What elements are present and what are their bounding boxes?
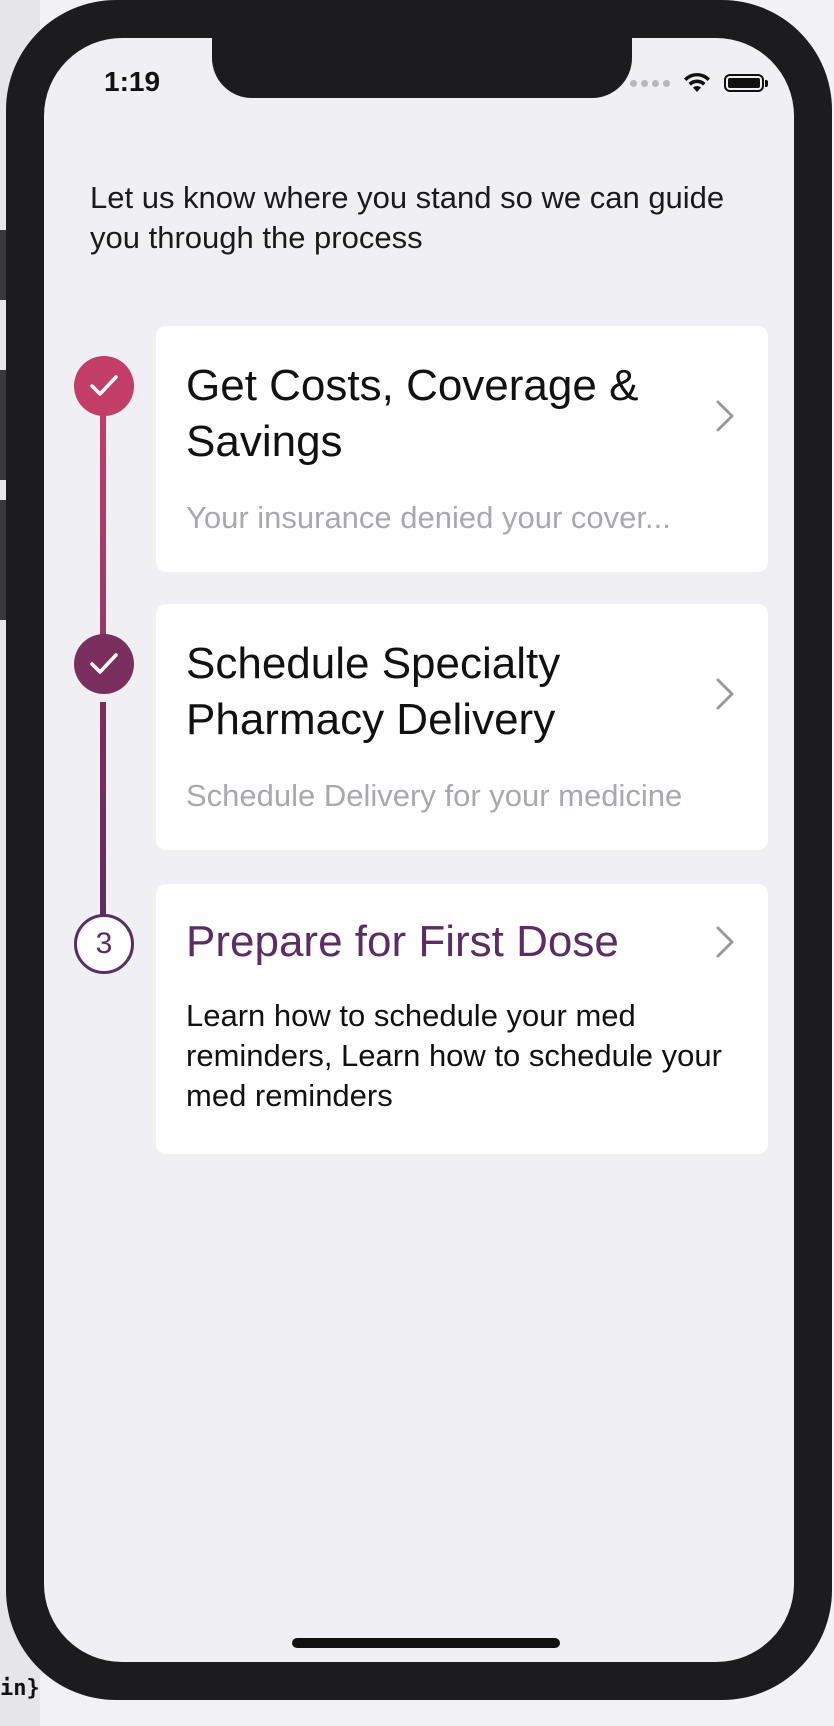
chevron-right-icon (716, 926, 734, 958)
app-screen: 1:19 Let us know where you stand so we c… (44, 38, 794, 1662)
step-card-first-dose[interactable]: Prepare for First Dose Learn how to sche… (156, 884, 768, 1154)
step-2-complete-check-icon (74, 634, 134, 694)
chevron-right-icon (716, 400, 734, 432)
background-code-text: in} (0, 1676, 40, 1701)
cellular-signal-icon (630, 79, 670, 87)
step-description: Learn how to schedule your med reminders… (186, 998, 722, 1113)
step-title: Schedule Specialty Pharmacy Delivery (186, 639, 561, 744)
step-subtitle: Schedule Delivery for your medicine (186, 778, 683, 813)
status-time: 1:19 (104, 66, 161, 97)
step-title: Prepare for First Dose (186, 917, 619, 966)
intro-text: Let us know where you stand so we can gu… (90, 180, 725, 255)
device-notch (212, 38, 632, 98)
chevron-right-icon (716, 678, 734, 710)
step-3-number-badge: 3 (74, 914, 134, 974)
step-card-pharmacy-delivery[interactable]: Schedule Specialty Pharmacy Delivery Sch… (156, 604, 768, 850)
home-indicator[interactable] (292, 1638, 560, 1648)
timeline-connector (100, 412, 106, 660)
step-1-complete-check-icon (74, 356, 134, 416)
step-title: Get Costs, Coverage & Savings (186, 361, 639, 466)
step-subtitle: Your insurance denied your cover... (186, 500, 671, 535)
battery-icon (724, 74, 768, 92)
status-icons (630, 72, 768, 94)
phone-frame: 1:19 Let us know where you stand so we c… (6, 0, 832, 1700)
step-card-costs-coverage[interactable]: Get Costs, Coverage & Savings Your insur… (156, 326, 768, 572)
wifi-icon (684, 72, 710, 92)
